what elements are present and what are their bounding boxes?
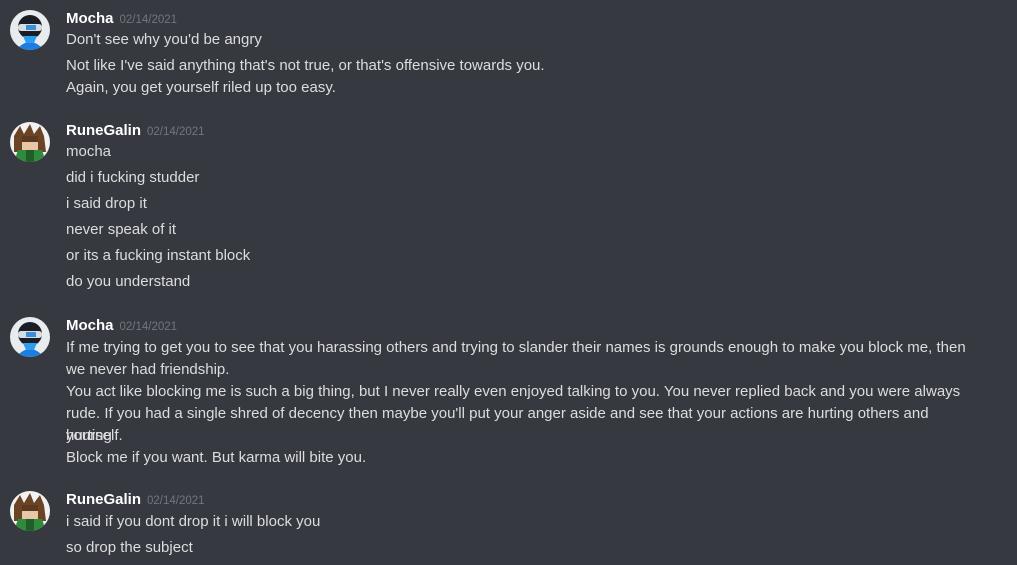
username[interactable]: RuneGalin bbox=[66, 122, 141, 139]
runegalin-avatar-icon[interactable] bbox=[10, 491, 50, 531]
message-text: do you understand bbox=[66, 273, 191, 290]
message-text: Not like I've said anything that's not t… bbox=[66, 57, 545, 74]
username[interactable]: Mocha bbox=[66, 317, 114, 334]
message-text: If me trying to get you to see that you … bbox=[66, 339, 966, 356]
message-text: we never had friendship. bbox=[66, 361, 230, 378]
message-text: so drop the subject bbox=[66, 539, 193, 556]
runegalin-avatar-icon[interactable] bbox=[10, 122, 50, 162]
timestamp[interactable]: 02/14/2021 bbox=[120, 14, 178, 26]
mocha-avatar-icon[interactable] bbox=[10, 10, 50, 50]
message-text: or its a fucking instant block bbox=[66, 247, 251, 264]
message-header: RuneGalin 02/14/2021 bbox=[66, 489, 205, 511]
message-text: Again, you get yourself riled up too eas… bbox=[66, 79, 336, 96]
username[interactable]: RuneGalin bbox=[66, 491, 141, 508]
message-header: RuneGalin 02/14/2021 bbox=[66, 120, 205, 142]
message-text: mocha bbox=[66, 143, 112, 160]
message-text: did i fucking studder bbox=[66, 169, 200, 186]
message-text: You act like blocking me is such a big t… bbox=[66, 383, 961, 400]
mocha-avatar-icon[interactable] bbox=[10, 317, 50, 357]
timestamp[interactable]: 02/14/2021 bbox=[147, 126, 205, 138]
message-text: never speak of it bbox=[66, 221, 177, 238]
message-header: Mocha 02/14/2021 bbox=[66, 315, 177, 337]
timestamp[interactable]: 02/14/2021 bbox=[120, 321, 178, 333]
message-text: Don't see why you'd be angry bbox=[66, 31, 262, 48]
message-text: i said if you dont drop it i will block … bbox=[66, 513, 321, 530]
message-text: Block me if you want. But karma will bit… bbox=[66, 449, 367, 466]
username[interactable]: Mocha bbox=[66, 10, 114, 27]
message-text: i said drop it bbox=[66, 195, 147, 212]
message-text: yourself. bbox=[66, 427, 123, 444]
message-header: Mocha 02/14/2021 bbox=[66, 8, 177, 30]
timestamp[interactable]: 02/14/2021 bbox=[147, 495, 205, 507]
